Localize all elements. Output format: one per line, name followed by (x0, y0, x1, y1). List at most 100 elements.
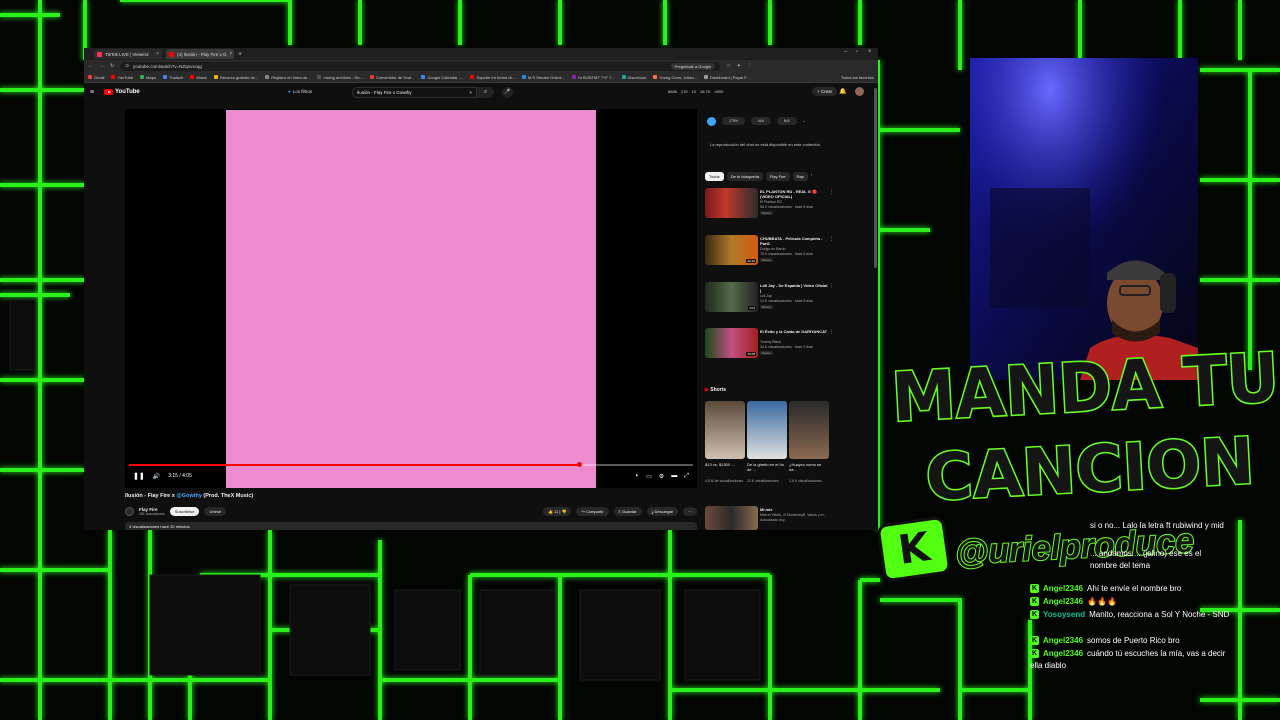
like-button[interactable]: 👍 11 | 👎 (542, 506, 572, 516)
bookmark-item[interactable]: Registro en línea de... (265, 75, 310, 80)
filter-button[interactable]: ● Los filtros (288, 89, 312, 94)
bookmark-item[interactable]: Maps (140, 75, 156, 80)
kick-logo-letter: K (895, 524, 933, 574)
short-thumbnail[interactable] (789, 401, 829, 459)
site-info-icon[interactable]: ⊙ (125, 63, 129, 69)
bookmark-label: Dashboard | Royal F... (710, 74, 750, 80)
bookmark-item[interactable]: Dashboard | Royal F... (704, 75, 750, 80)
recommendation-thumbnail: 42:10 (705, 235, 758, 265)
ask-google-button[interactable]: Pregúntale a Google (670, 62, 716, 70)
chat-text: Ahí te envíe el nombre bro (1087, 584, 1182, 593)
maximize-icon[interactable]: ▫ (856, 49, 858, 55)
share-button[interactable]: ↪ Compartir (576, 506, 609, 516)
back-icon[interactable]: ← (88, 63, 93, 69)
create-button[interactable]: + Crear (812, 87, 838, 96)
title-handle-link[interactable]: @Gowthy (176, 493, 202, 499)
recommendation-meta: 34 K visualizaciones · hace 3 días (760, 345, 813, 349)
close-icon[interactable]: × (156, 51, 159, 57)
menu-dots-icon[interactable]: ⋮ (747, 63, 752, 69)
chip-flay-fire[interactable]: Flay Fire (765, 172, 790, 181)
more-options-icon[interactable]: ⋮ (829, 329, 834, 335)
bookmark-item[interactable]: Gmail (88, 75, 104, 80)
bookmark-item[interactable]: YouTube (111, 75, 133, 80)
bookmark-item[interactable]: Young Conn, Julian... (653, 75, 697, 80)
video-player[interactable]: ❚❚ 🔊 3:15 / 4:05 ◐ ▭ ⚙ ▬ ⤢ (125, 109, 697, 488)
pause-icon[interactable]: ❚❚ (133, 472, 145, 480)
tab-tiktok[interactable]: TikTok LIVE | Viewer2 × (94, 49, 162, 59)
clear-search-icon[interactable]: × (469, 90, 472, 95)
bookmark-item[interactable]: Traducir (162, 75, 183, 80)
chip-from-search[interactable]: De tu búsqueda (726, 172, 763, 181)
more-options-icon[interactable]: ⋮ (829, 283, 834, 289)
tab-label: (4) Ilusión - Flay Fire x G (177, 51, 227, 57)
shorts-heading-text: Shorts (710, 387, 727, 393)
recommendation-item[interactable]: 3:04 Lüli Jay - De Espalda | Video Oficia… (705, 282, 835, 318)
volume-icon[interactable]: 🔊 (153, 473, 160, 480)
new-tab-icon[interactable]: + (238, 51, 242, 58)
thumbs-down-icon[interactable]: 👎 (562, 509, 567, 514)
more-options-icon[interactable]: ⋮ (829, 189, 834, 195)
avatar[interactable] (855, 87, 864, 96)
description-box[interactable]: 4 visualizaciones hace 32 minutos (125, 522, 697, 530)
join-button[interactable]: Unirse (204, 506, 227, 516)
extensions-icon[interactable]: ✦ (737, 63, 741, 69)
settings-gear-icon[interactable]: ⚙ (659, 473, 664, 480)
forward-icon[interactable]: → (99, 63, 104, 69)
short-title[interactable]: $13 vs. $1300 ... (705, 462, 745, 467)
mix-item[interactable]: Mi mix Marcel Villain, JJ MontenegR, Var… (705, 506, 835, 530)
all-bookmarks-link[interactable]: Todos los favoritos (841, 75, 878, 80)
subtitles-icon[interactable]: ▭ (646, 473, 652, 480)
bookmark-label: Young Conn, Julian... (659, 74, 698, 80)
more-options-icon[interactable]: ⋮ (829, 236, 834, 242)
bookmark-item[interactable]: M.S Stream Online... (521, 75, 565, 80)
bookmark-item[interactable]: Discobook (621, 75, 646, 80)
address-bar[interactable]: ⊙ youtube.com/watch?v=NZqnvxcqg Pregúnta… (120, 61, 721, 71)
chat-option-3[interactable]: N/A (776, 117, 797, 125)
short-thumbnail[interactable] (747, 401, 787, 459)
subscribe-button[interactable]: Suscribirse (169, 506, 200, 516)
autoplay-toggle-icon[interactable]: ◐ (636, 473, 640, 480)
minimize-icon[interactable]: – (844, 49, 847, 55)
bookmark-item[interactable]: Soporte en forma di... (470, 75, 515, 80)
recommendation-item[interactable]: EL PLANTON RD - REAL G 🔴 (VIDEO OFICIAL)… (705, 188, 835, 224)
bookmark-item[interactable]: Hi BONTMT 7+F 7... (572, 75, 615, 80)
fullscreen-icon[interactable]: ⤢ (684, 473, 689, 480)
progress-bar[interactable] (129, 462, 693, 467)
chat-option-2[interactable]: N/A (750, 117, 771, 125)
search-input[interactable]: Ilusión - Flay Fire x Gowthy × (352, 87, 477, 98)
voice-search-button[interactable]: 🎤 (502, 87, 513, 98)
search-value: Ilusión - Flay Fire x Gowthy (357, 90, 412, 95)
bookmark-item[interactable]: Google Calendar -... (421, 75, 463, 80)
chat-more-icon[interactable]: ⌄ (803, 119, 806, 123)
chip-all[interactable]: Todos (705, 172, 724, 181)
bookmark-item[interactable]: Recurso gratuito de... (213, 75, 258, 80)
recommendation-item[interactable]: 42:10 CHUBBATA - Película Completa - Part… (705, 235, 835, 271)
bookmark-item[interactable]: Convertidor de Yout... (369, 75, 414, 80)
notifications-bell-icon[interactable]: 🔔 (839, 88, 846, 95)
short-thumbnail[interactable] (705, 401, 745, 459)
save-button[interactable]: ≡ Guardar (613, 506, 642, 516)
download-button[interactable]: ⤓ Descargar (646, 506, 678, 516)
chat-option-1[interactable]: 275% (722, 117, 745, 125)
bookmark-item[interactable]: mixing archives - Re... (317, 75, 363, 80)
scrollbar[interactable] (874, 88, 877, 268)
theater-mode-icon[interactable]: ▬ (671, 473, 677, 480)
window-close-icon[interactable]: × (868, 49, 872, 55)
channel-avatar[interactable] (125, 506, 134, 516)
bookmark-item[interactable]: Music (190, 75, 207, 80)
tab-youtube[interactable]: (4) Ilusión - Flay Fire x G × (166, 49, 234, 59)
youtube-logo[interactable]: YouTube (104, 89, 140, 95)
reload-icon[interactable]: ↻ (110, 63, 114, 69)
more-actions-icon[interactable]: ⋯ (683, 506, 697, 516)
chip-rap[interactable]: Rap (792, 172, 808, 181)
bookmark-label: Google Calendar -... (427, 74, 464, 80)
chevron-right-icon[interactable]: › (811, 172, 812, 181)
video-thumbnail[interactable] (226, 110, 596, 488)
close-icon[interactable]: × (230, 51, 233, 57)
hamburger-menu-icon[interactable]: ≡ (90, 89, 94, 96)
short-title[interactable]: ¿Huayco como se da... (789, 462, 829, 472)
short-title[interactable]: De la ghetto en el tío de ... (747, 462, 787, 472)
bookmark-star-icon[interactable]: ☆ (726, 63, 730, 69)
search-button[interactable]: ⌕ (477, 87, 494, 98)
recommendation-item[interactable]: 15:08 El Éxito y la Caída de DARIYANCAT To… (705, 328, 835, 364)
